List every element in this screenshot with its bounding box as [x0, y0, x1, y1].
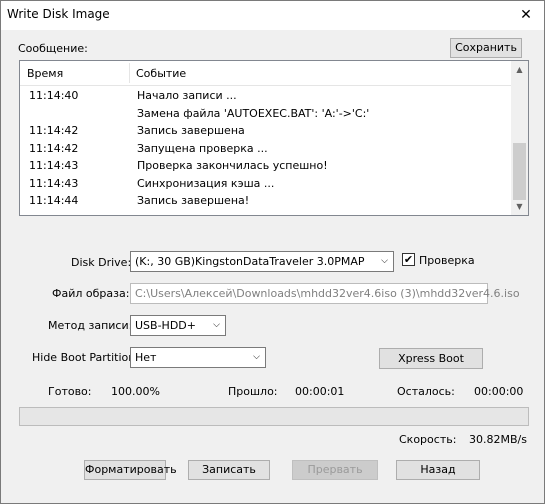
remaining-value: 00:00:00: [474, 385, 524, 398]
write-button[interactable]: Записать: [188, 460, 270, 480]
log-row[interactable]: 11:14:44 Запись завершена!: [20, 192, 512, 209]
check-icon: ✔: [403, 253, 414, 266]
scrollbar-thumb[interactable]: [513, 143, 526, 200]
elapsed-value: 00:00:01: [295, 385, 345, 398]
save-button[interactable]: Сохранить: [450, 38, 522, 58]
scroll-down-icon[interactable]: ▼: [511, 198, 528, 215]
format-button[interactable]: Форматировать: [84, 460, 177, 480]
chevron-down-icon[interactable]: ⌵: [248, 348, 265, 367]
log-row-event: Запись завершена!: [137, 194, 250, 207]
disk-drive-value: (K:, 30 GB)KingstonDataTraveler 3.0PMAP: [135, 255, 365, 268]
message-log[interactable]: Время Событие 11:14:40 Начало записи ... З…: [19, 60, 529, 216]
verify-checkbox[interactable]: ✔: [402, 253, 415, 266]
speed-value: 30.82MB/s: [469, 433, 527, 446]
log-row[interactable]: 11:14:42 Запись завершена: [20, 122, 512, 139]
done-label: Готово:: [48, 385, 92, 398]
speed-label: Скорость:: [399, 433, 457, 446]
abort-button[interactable]: Прервать: [292, 460, 378, 480]
log-row[interactable]: 11:14:40 Начало записи ...: [20, 87, 512, 104]
scroll-up-icon[interactable]: ▲: [511, 61, 528, 78]
log-row-time: 11:14:43: [29, 159, 79, 172]
write-method-value: USB-HDD+: [135, 319, 196, 332]
log-row-event: Запущена проверка ...: [137, 141, 268, 155]
write-method-select[interactable]: USB-HDD+ ⌵: [130, 315, 226, 336]
verify-label[interactable]: Проверка: [419, 254, 475, 267]
image-file-label: Файл образа:: [52, 287, 130, 300]
disk-drive-select[interactable]: (K:, 30 GB)KingstonDataTraveler 3.0PMAP …: [130, 251, 394, 272]
log-row-event: Запись завершена: [137, 124, 245, 137]
log-row[interactable]: 11:14:43 Синхронизация кэша ...: [20, 175, 512, 192]
image-file-path: C:\Users\Алексей\Downloads\mhdd32ver4.6i…: [135, 287, 520, 300]
log-row-time: 11:14:42: [29, 124, 79, 137]
log-row[interactable]: 11:14:42 Запущена проверка ...: [20, 140, 512, 157]
column-header-event[interactable]: Событие: [136, 67, 186, 80]
image-file-field[interactable]: C:\Users\Алексей\Downloads\mhdd32ver4.6i…: [130, 283, 520, 304]
write-progress-bar: [19, 407, 529, 426]
log-row-time: 11:14:42: [29, 141, 79, 155]
column-header-time[interactable]: Время: [27, 67, 63, 80]
close-icon[interactable]: ✕: [516, 5, 536, 25]
log-row-event: Синхронизация кэша ...: [137, 176, 275, 190]
log-row-event: Замена файла 'AUTOEXEC.BAT': 'A:'->'C:': [137, 106, 370, 120]
remaining-label: Осталось:: [397, 385, 455, 398]
column-separator: [129, 63, 130, 83]
log-row[interactable]: Замена файла 'AUTOEXEC.BAT': 'A:'->'C:': [20, 105, 512, 122]
xpress-boot-button[interactable]: Xpress Boot: [379, 348, 483, 369]
title-bar: Write Disk Image ✕: [1, 1, 544, 30]
log-row-event: Начало записи ...: [137, 89, 237, 102]
done-value: 100.00%: [111, 385, 160, 398]
elapsed-label: Прошло:: [228, 385, 278, 398]
message-label: Сообщение:: [18, 42, 88, 55]
log-row-time: 11:14:44: [29, 194, 79, 207]
write-disk-image-window: Write Disk Image ✕ Сообщение: Сохранить …: [0, 0, 545, 504]
hide-boot-label: Hide Boot Partition:: [32, 351, 139, 364]
chevron-down-icon[interactable]: ⌵: [208, 316, 225, 335]
hide-boot-select[interactable]: Нет ⌵: [130, 347, 266, 368]
hide-boot-value: Нет: [135, 351, 157, 364]
disk-drive-label: Disk Drive:: [71, 256, 132, 269]
log-scrollbar[interactable]: ▲ ▼: [511, 61, 528, 215]
write-method-label: Метод записи:: [48, 319, 133, 332]
log-row-time: 11:14:43: [29, 176, 79, 190]
chevron-down-icon[interactable]: ⌵: [376, 252, 393, 271]
back-button[interactable]: Назад: [396, 460, 480, 480]
log-row-time: 11:14:40: [29, 89, 79, 102]
log-header: Время Событие: [20, 61, 512, 86]
log-row[interactable]: 11:14:43 Проверка закончилась успешно!: [20, 157, 512, 174]
log-row-event: Проверка закончилась успешно!: [137, 159, 328, 172]
window-title: Write Disk Image: [7, 7, 110, 21]
